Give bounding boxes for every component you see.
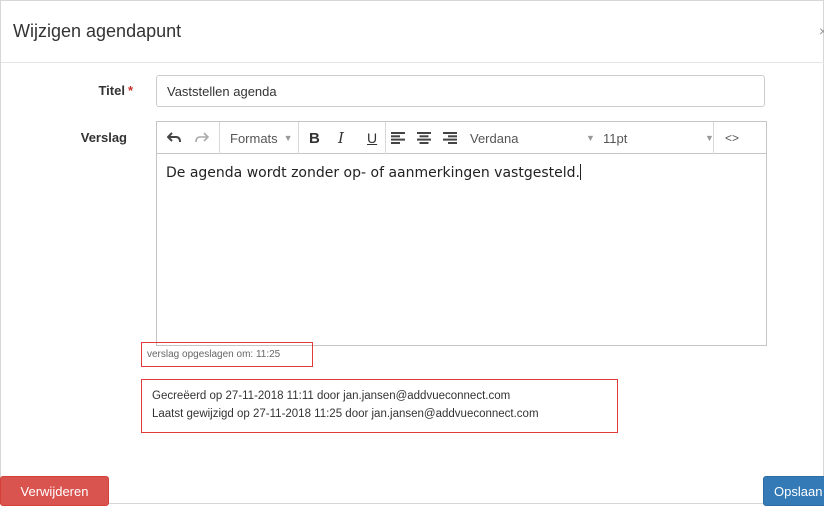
editor-toolbar: Formats ▼ B I U Verdana ▼ 11pt ▼ <> (157, 122, 766, 154)
source-code-button[interactable]: <> (725, 122, 739, 154)
align-left-icon[interactable] (391, 122, 405, 154)
toolbar-separator (219, 122, 220, 154)
undo-icon[interactable] (167, 122, 181, 154)
saved-status-box: verslag opgeslagen om: 11:25 (141, 342, 313, 367)
text-cursor (579, 164, 581, 180)
align-center-icon[interactable] (417, 122, 431, 154)
font-size-select[interactable]: 11pt ▼ (603, 122, 714, 154)
saved-status-text: verslag opgeslagen om: 11:25 (147, 349, 281, 360)
redo-icon[interactable] (195, 122, 209, 154)
rich-text-editor: Formats ▼ B I U Verdana ▼ 11pt ▼ <> De a… (156, 121, 767, 346)
required-marker: * (127, 83, 133, 98)
formats-dropdown[interactable]: Formats ▼ (230, 122, 293, 154)
italic-button[interactable]: I (338, 122, 344, 154)
formats-label: Formats (230, 130, 278, 146)
title-label-row: Titel * (71, 83, 133, 98)
toolbar-separator (713, 122, 714, 154)
audit-info-box: Gecreëerd op 27-11-2018 11:11 door jan.j… (141, 379, 618, 433)
dialog-title: Wijzigen agendapunt (13, 21, 182, 41)
toolbar-separator (298, 122, 299, 154)
chevron-down-icon: ▼ (283, 133, 293, 143)
chevron-down-icon: ▼ (586, 133, 595, 143)
title-label: Titel (98, 83, 125, 98)
edit-agenda-item-dialog: Wijzigen agendapunt × Titel* Verslag For… (0, 0, 824, 504)
modified-info: Laatst gewijzigd op 27-11-2018 11:25 doo… (152, 408, 539, 420)
report-label: Verslag (80, 130, 127, 145)
bold-button[interactable]: B (309, 122, 320, 154)
font-family-value: Verdana (470, 130, 519, 146)
toolbar-separator (385, 122, 386, 154)
font-size-value: 11pt (603, 130, 628, 146)
close-icon[interactable]: × (819, 23, 824, 39)
editor-content: De agenda wordt zonder op- of aanmerking… (166, 165, 580, 181)
underline-button[interactable]: U (367, 122, 377, 154)
created-info: Gecreëerd op 27-11-2018 11:11 door jan.j… (152, 390, 511, 402)
font-family-select[interactable]: Verdana ▼ (470, 122, 595, 154)
save-button[interactable]: Opslaan (763, 476, 824, 506)
align-right-icon[interactable] (443, 122, 457, 154)
editor-content-area[interactable]: De agenda wordt zonder op- of aanmerking… (166, 164, 758, 181)
dialog-header: Wijzigen agendapunt × (1, 1, 824, 63)
delete-button[interactable]: Verwijderen (0, 476, 109, 506)
title-input[interactable] (156, 75, 765, 107)
